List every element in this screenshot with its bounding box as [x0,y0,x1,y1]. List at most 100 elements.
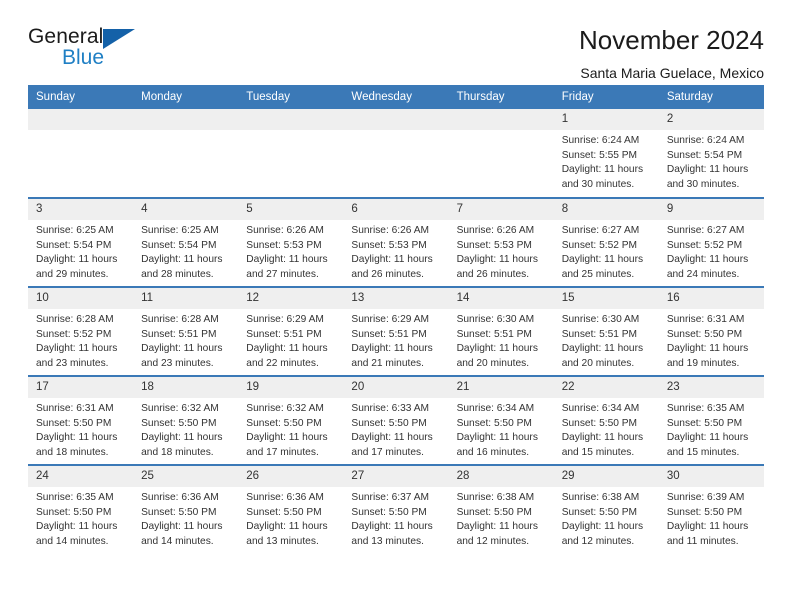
sunrise-text: Sunrise: 6:35 AM [36,492,114,503]
day-sun-info: Sunrise: 6:28 AM Sunset: 5:52 PM Daylight:… [28,309,133,372]
calendar-day-cell[interactable]: 30 Sunrise: 6:39 AM Sunset: 5:50 PM Dayligh… [658,464,764,554]
calendar-day-cell[interactable]: 11 Sunrise: 6:28 AM Sunset: 5:51 PM Dayligh… [133,286,239,376]
sunset-text: Sunset: 5:53 PM [456,239,532,251]
daylight-text: Daylight: 11 hours and 30 minutes. [666,164,749,191]
sunrise-text: Sunrise: 6:35 AM [666,403,745,414]
calendar-day-cell[interactable]: 18 Sunrise: 6:32 AM Sunset: 5:50 PM Dayligh… [133,375,239,465]
sunset-text: Sunset: 5:50 PM [561,417,638,429]
day-number: 3 [28,199,134,220]
calendar-day-cell[interactable]: 20 Sunrise: 6:33 AM Sunset: 5:50 PM Dayligh… [343,375,449,465]
day-cell-content: 16 Sunrise: 6:31 AM Sunset: 5:50 PM Dayligh… [658,288,764,375]
day-number: 8 [553,199,659,220]
calendar-day-cell[interactable]: 25 Sunrise: 6:36 AM Sunset: 5:50 PM Dayligh… [133,464,239,554]
sunset-text: Sunset: 5:50 PM [456,506,532,518]
calendar-day-cell[interactable]: 24 Sunrise: 6:35 AM Sunset: 5:50 PM Dayligh… [28,464,134,554]
day-cell-content: 29 Sunrise: 6:38 AM Sunset: 5:50 PM Dayligh… [553,466,659,554]
calendar-day-cell[interactable]: 14 Sunrise: 6:30 AM Sunset: 5:51 PM Dayligh… [448,286,554,376]
sunrise-text: Sunrise: 6:26 AM [456,225,535,236]
calendar-day-cell[interactable]: 7 Sunrise: 6:26 AM Sunset: 5:53 PM Daylight… [448,197,554,287]
weekday-header-tuesday: Tuesday [238,85,344,109]
calendar-day-cell[interactable]: 28 Sunrise: 6:38 AM Sunset: 5:50 PM Dayligh… [448,464,554,554]
day-sun-info: Sunrise: 6:24 AM Sunset: 5:55 PM Daylight:… [554,130,659,193]
day-number: 19 [238,377,344,398]
calendar-day-cell[interactable]: 4 Sunrise: 6:25 AM Sunset: 5:54 PM Daylight… [133,197,239,287]
sunset-text: Sunset: 5:50 PM [666,506,743,518]
daylight-text: Daylight: 11 hours and 14 minutes. [141,521,223,548]
sunset-text: Sunset: 5:54 PM [36,239,112,251]
calendar-day-cell[interactable]: 16 Sunrise: 6:31 AM Sunset: 5:50 PM Dayligh… [658,286,764,376]
daylight-text: Daylight: 11 hours and 11 minutes. [666,521,749,548]
day-number: 28 [448,466,554,487]
daylight-text: Daylight: 11 hours and 23 minutes. [141,343,223,370]
day-cell-content: 11 Sunrise: 6:28 AM Sunset: 5:51 PM Dayligh… [133,288,239,375]
daylight-text: Daylight: 11 hours and 28 minutes. [141,254,223,281]
sunset-text: Sunset: 5:50 PM [141,417,217,429]
page-header: General Blue November 2024 Santa Maria G… [28,0,764,81]
calendar-day-cell[interactable]: 19 Sunrise: 6:32 AM Sunset: 5:50 PM Dayligh… [238,375,344,465]
calendar-day-cell[interactable]: 22 Sunrise: 6:34 AM Sunset: 5:50 PM Dayligh… [553,375,659,465]
sunset-text: Sunset: 5:50 PM [141,506,217,518]
day-cell-content: 9 Sunrise: 6:27 AM Sunset: 5:52 PM Daylight… [658,199,764,286]
sunset-text: Sunset: 5:50 PM [351,506,427,518]
day-sun-info: Sunrise: 6:29 AM Sunset: 5:51 PM Daylight:… [343,309,448,372]
sunset-text: Sunset: 5:50 PM [456,417,532,429]
calendar-day-cell[interactable]: 15 Sunrise: 6:30 AM Sunset: 5:51 PM Dayligh… [553,286,659,376]
sunset-text: Sunset: 5:54 PM [141,239,217,251]
day-cell-content: 3 Sunrise: 6:25 AM Sunset: 5:54 PM Daylight… [28,199,134,286]
day-number: 16 [658,288,764,309]
day-cell-content [28,109,134,197]
sunset-text: Sunset: 5:53 PM [246,239,322,251]
calendar-day-cell[interactable]: 21 Sunrise: 6:34 AM Sunset: 5:50 PM Dayligh… [448,375,554,465]
sunrise-text: Sunrise: 6:36 AM [246,492,324,503]
calendar-day-cell[interactable]: 1 Sunrise: 6:24 AM Sunset: 5:55 PM Daylight… [553,109,659,198]
day-sun-info: Sunrise: 6:38 AM Sunset: 5:50 PM Daylight:… [554,487,659,550]
day-number [133,109,239,130]
sunset-text: Sunset: 5:52 PM [666,239,743,251]
calendar-table: Sunday Monday Tuesday Wednesday Thursday… [28,85,764,554]
calendar-day-cell[interactable]: 13 Sunrise: 6:29 AM Sunset: 5:51 PM Dayligh… [343,286,449,376]
day-cell-content: 23 Sunrise: 6:35 AM Sunset: 5:50 PM Dayligh… [658,377,764,464]
calendar-day-cell[interactable]: 5 Sunrise: 6:26 AM Sunset: 5:53 PM Daylight… [238,197,344,287]
calendar-day-cell[interactable]: 2 Sunrise: 6:24 AM Sunset: 5:54 PM Daylight… [658,109,764,198]
day-number: 29 [553,466,659,487]
calendar-day-cell[interactable]: 27 Sunrise: 6:37 AM Sunset: 5:50 PM Dayligh… [343,464,449,554]
page-subtitle: Santa Maria Guelace, Mexico [580,64,764,81]
day-number: 7 [448,199,554,220]
day-number: 23 [658,377,764,398]
calendar-day-cell[interactable]: 3 Sunrise: 6:25 AM Sunset: 5:54 PM Daylight… [28,197,134,287]
calendar-page: General Blue November 2024 Santa Maria G… [0,0,792,612]
calendar-day-cell-empty [238,109,344,198]
day-cell-content: 8 Sunrise: 6:27 AM Sunset: 5:52 PM Daylight… [553,199,659,286]
day-sun-info: Sunrise: 6:25 AM Sunset: 5:54 PM Daylight:… [28,220,133,283]
day-number: 11 [133,288,239,309]
calendar-day-cell[interactable]: 26 Sunrise: 6:36 AM Sunset: 5:50 PM Dayligh… [238,464,344,554]
calendar-day-cell-empty [133,109,239,198]
calendar-day-cell[interactable]: 17 Sunrise: 6:31 AM Sunset: 5:50 PM Dayligh… [28,375,134,465]
day-number: 30 [658,466,764,487]
day-cell-content: 7 Sunrise: 6:26 AM Sunset: 5:53 PM Daylight… [448,199,554,286]
day-cell-content: 12 Sunrise: 6:29 AM Sunset: 5:51 PM Dayligh… [238,288,344,375]
day-cell-content: 19 Sunrise: 6:32 AM Sunset: 5:50 PM Dayligh… [238,377,344,464]
calendar-day-cell[interactable]: 8 Sunrise: 6:27 AM Sunset: 5:52 PM Daylight… [553,197,659,287]
calendar-header-row: Sunday Monday Tuesday Wednesday Thursday… [28,85,764,109]
daylight-text: Daylight: 11 hours and 17 minutes. [246,432,328,459]
daylight-text: Daylight: 11 hours and 19 minutes. [666,343,749,370]
calendar-day-cell[interactable]: 23 Sunrise: 6:35 AM Sunset: 5:50 PM Dayligh… [658,375,764,465]
calendar-day-cell[interactable]: 10 Sunrise: 6:28 AM Sunset: 5:52 PM Dayligh… [28,286,134,376]
day-sun-info: Sunrise: 6:31 AM Sunset: 5:50 PM Daylight:… [28,398,133,461]
sunrise-text: Sunrise: 6:30 AM [561,314,640,325]
calendar-day-cell[interactable]: 29 Sunrise: 6:38 AM Sunset: 5:50 PM Dayligh… [553,464,659,554]
calendar-day-cell[interactable]: 9 Sunrise: 6:27 AM Sunset: 5:52 PM Daylight… [658,197,764,287]
day-cell-content [343,109,449,197]
sunrise-text: Sunrise: 6:31 AM [36,403,114,414]
day-sun-info: Sunrise: 6:27 AM Sunset: 5:52 PM Daylight:… [554,220,659,283]
sunrise-text: Sunrise: 6:31 AM [666,314,745,325]
sunset-text: Sunset: 5:50 PM [561,506,638,518]
calendar-day-cell[interactable]: 6 Sunrise: 6:26 AM Sunset: 5:53 PM Daylight… [343,197,449,287]
calendar-week-row: 1 Sunrise: 6:24 AM Sunset: 5:55 PM Daylight… [28,109,764,198]
day-sun-info: Sunrise: 6:30 AM Sunset: 5:51 PM Daylight:… [554,309,659,372]
calendar-day-cell[interactable]: 12 Sunrise: 6:29 AM Sunset: 5:51 PM Dayligh… [238,286,344,376]
brand-logo[interactable]: General Blue [28,26,148,72]
day-number: 5 [238,199,344,220]
daylight-text: Daylight: 11 hours and 21 minutes. [351,343,433,370]
